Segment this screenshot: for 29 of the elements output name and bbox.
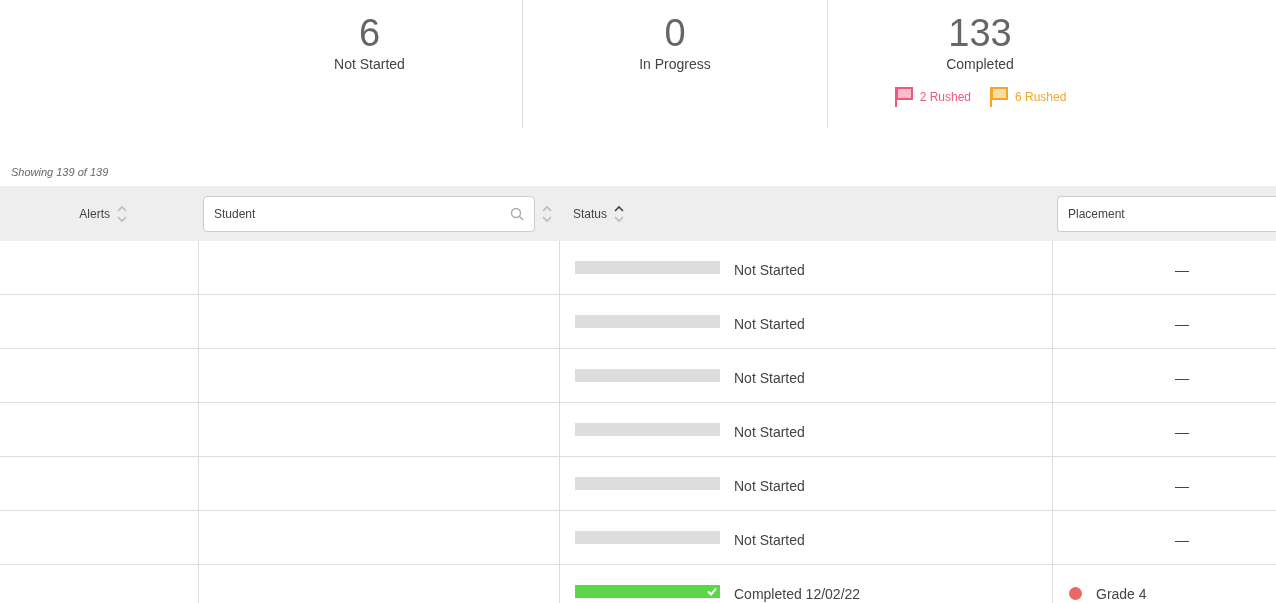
stat-label: Completed [946,56,1014,72]
stat-label: In Progress [639,56,711,72]
status-text: Completed 12/02/22 [734,585,861,602]
status-text: Not Started [734,261,805,278]
stat-count: 6 [358,12,381,54]
showing-count: Showing 139 of 139 [10,165,110,180]
stat-count: 133 [948,12,1012,54]
placement-text: — [1175,477,1189,494]
search-icon [510,206,524,221]
status-text: Not Started [734,369,805,386]
column-header: Alerts [79,206,110,221]
stat-count: 0 [664,12,686,54]
placement-text: — [1175,369,1189,386]
sort-icon[interactable] [613,203,626,224]
filter-field[interactable]: Placement [1057,195,1276,232]
rushed-count: 2 Rushed [919,90,971,104]
placement-text: — [1175,531,1189,548]
search-field[interactable]: Student [203,195,535,232]
placement-text: Grade 4 [1096,585,1147,602]
placement-text: — [1175,261,1189,278]
status-text: Not Started [734,423,805,440]
status-text: Not Started [734,477,805,494]
placement-text: — [1175,315,1189,332]
rushed-count: 6 Rushed [1015,90,1067,104]
placement-text: — [1175,423,1189,440]
column-header: Status [573,206,608,221]
status-text: Not Started [734,531,805,548]
status-text: Not Started [734,315,805,332]
stat-label: Not Started [334,56,405,72]
